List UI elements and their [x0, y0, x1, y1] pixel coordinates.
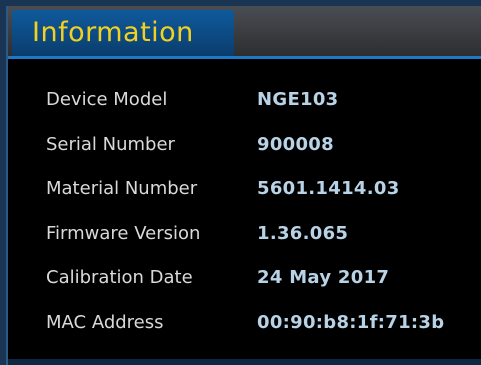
info-row-calibration-date: Calibration Date 24 May 2017 — [46, 256, 477, 301]
title-bar: Information — [8, 6, 481, 59]
serial-number-value: 900008 — [257, 133, 334, 155]
mac-address-label: MAC Address — [46, 311, 164, 333]
info-list: Device Model NGE103 Serial Number 900008… — [46, 78, 477, 346]
material-number-label: Material Number — [46, 178, 198, 200]
screen-frame: Information Device Model NGE103 Serial N… — [0, 0, 481, 365]
title-tab[interactable]: Information — [12, 10, 234, 56]
panel-title: Information — [32, 17, 194, 48]
calibration-date-value: 24 May 2017 — [257, 267, 390, 289]
firmware-version-label: Firmware Version — [46, 222, 201, 244]
info-row-firmware-version: Firmware Version 1.36.065 — [46, 212, 477, 257]
firmware-version-value: 1.36.065 — [257, 222, 349, 244]
device-model-label: Device Model — [46, 89, 168, 110]
info-row-mac-address: MAC Address 00:90:b8:1f:71:3b — [46, 301, 477, 346]
info-row-device-model: Device Model NGE103 — [46, 78, 477, 123]
info-row-serial-number: Serial Number 900008 — [46, 123, 477, 168]
panel-bottom-border — [8, 359, 481, 365]
serial-number-label: Serial Number — [46, 133, 175, 155]
information-panel: Information Device Model NGE103 Serial N… — [6, 6, 481, 365]
calibration-date-label: Calibration Date — [46, 267, 193, 289]
material-number-value: 5601.1414.03 — [257, 178, 400, 200]
mac-address-value: 00:90:b8:1f:71:3b — [257, 311, 445, 333]
device-model-value: NGE103 — [257, 89, 339, 110]
info-row-material-number: Material Number 5601.1414.03 — [46, 167, 477, 212]
